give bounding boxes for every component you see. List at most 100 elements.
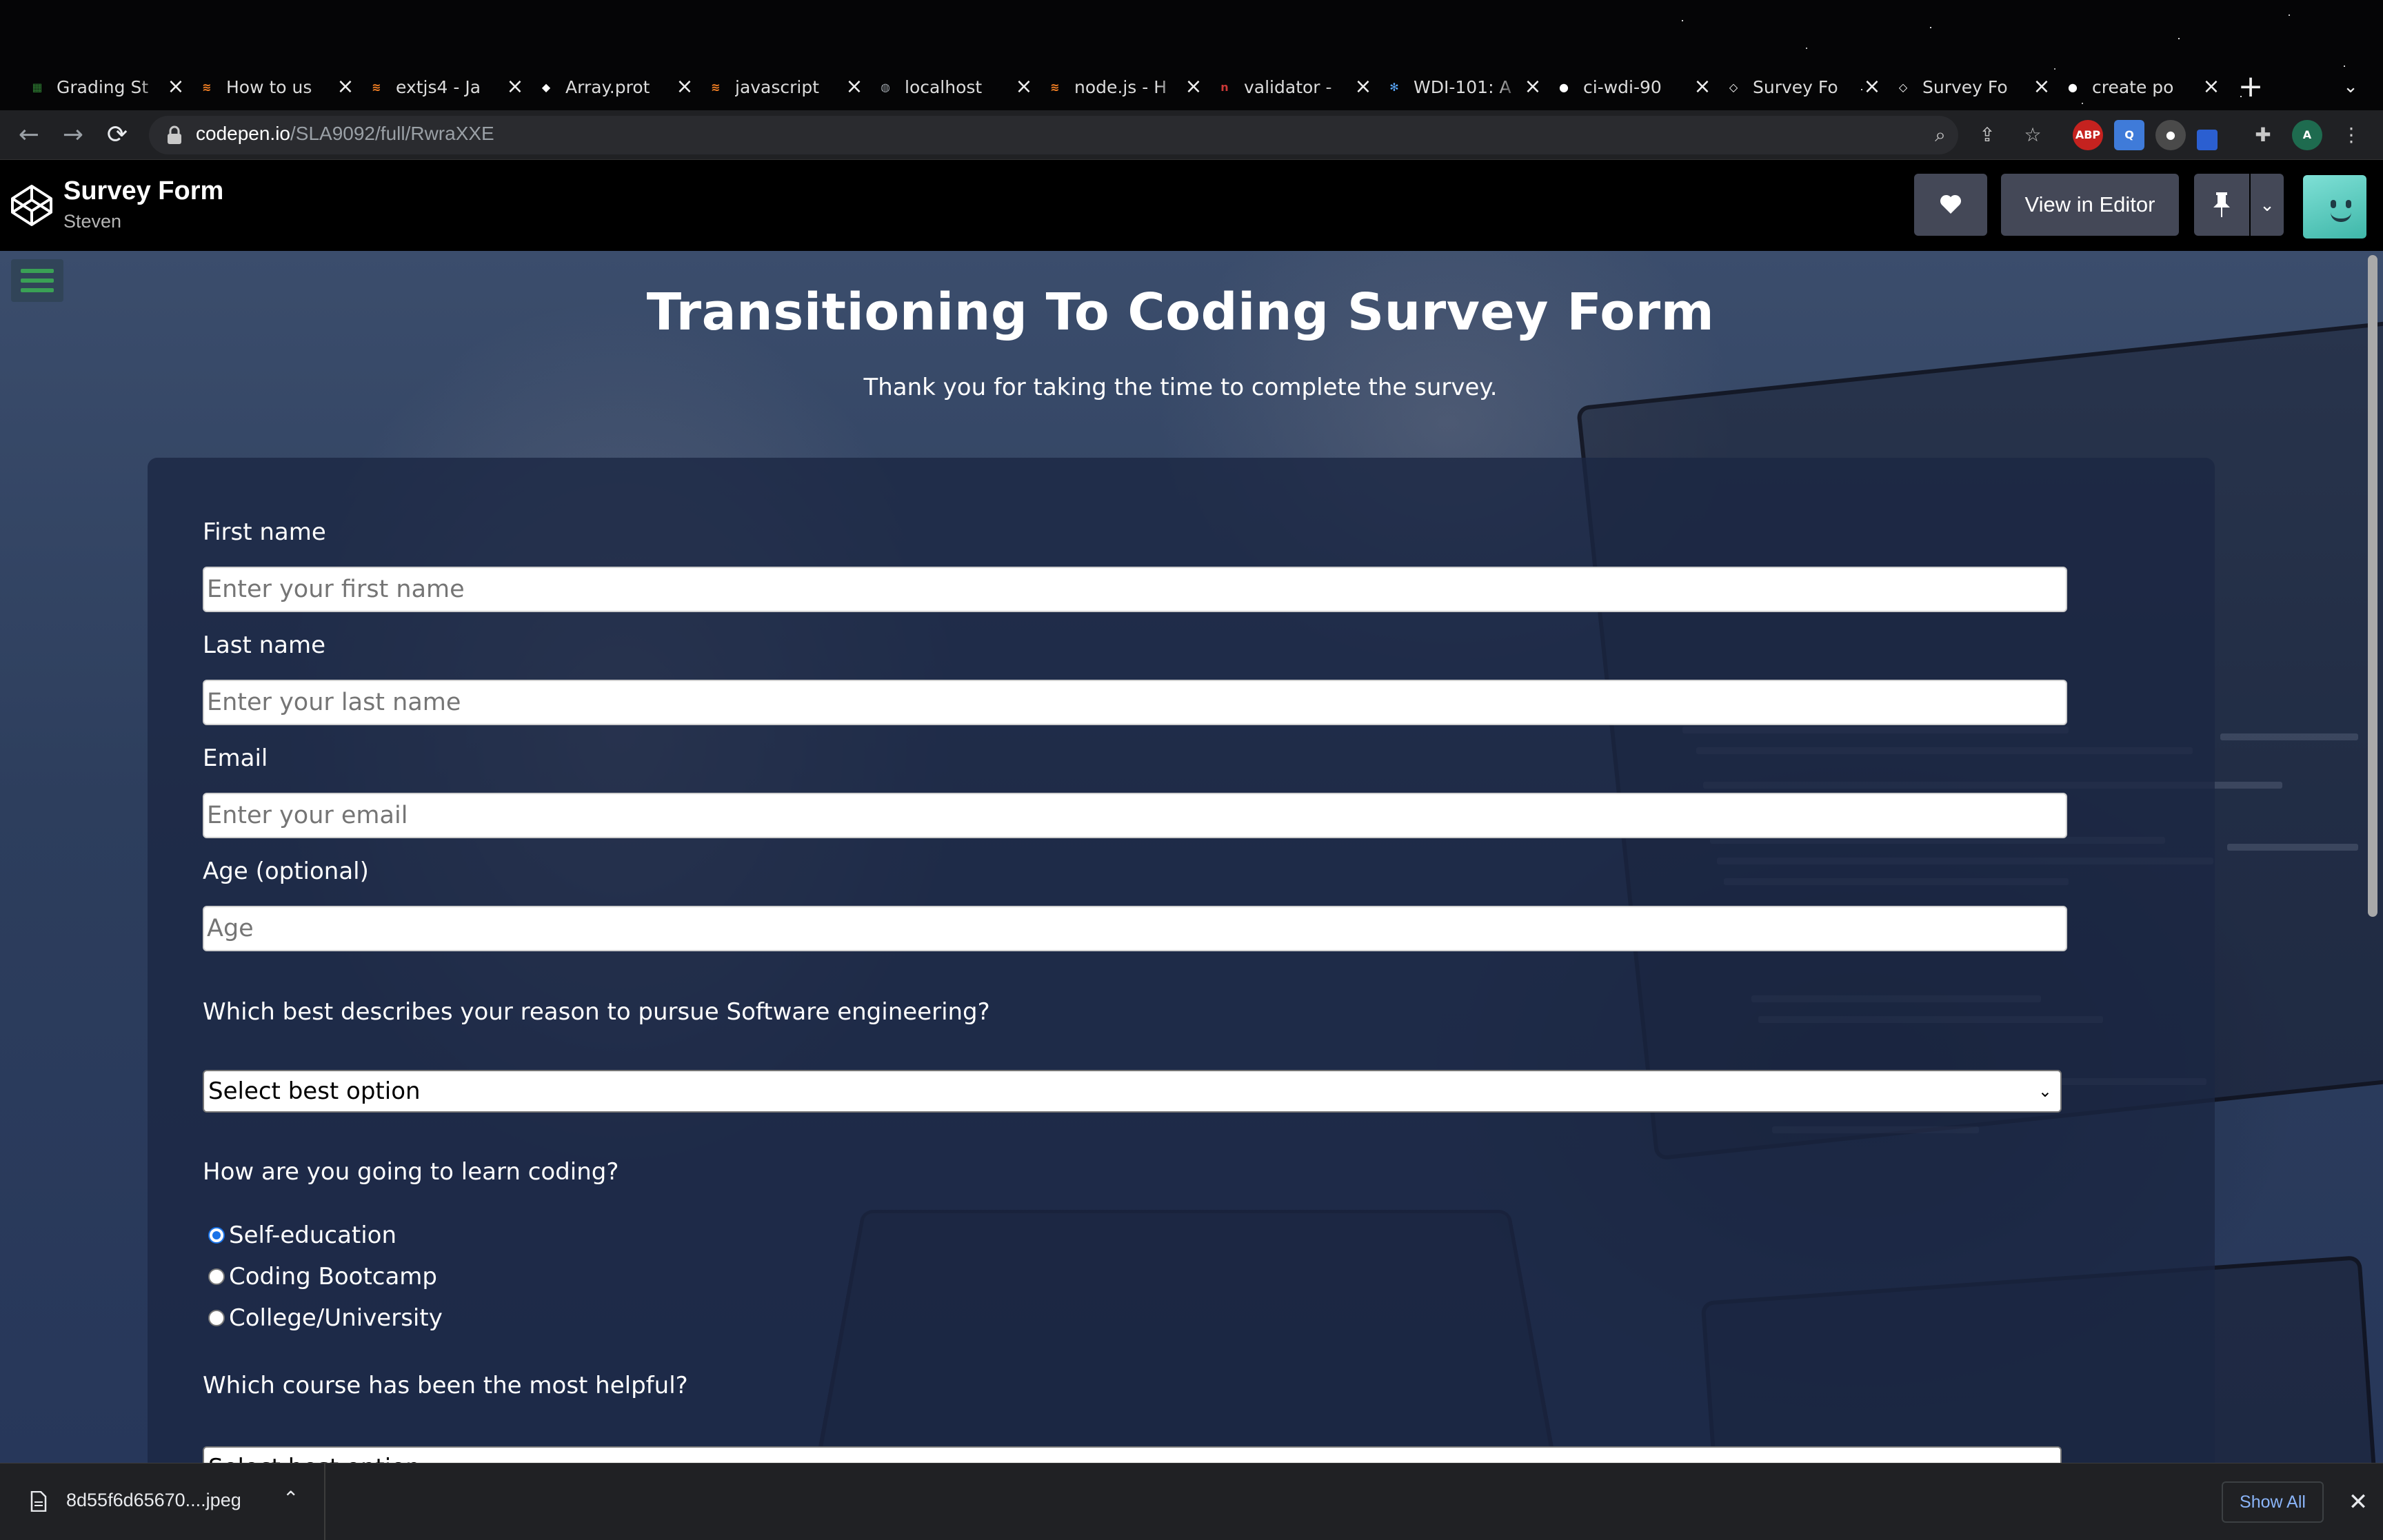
email-label: Email <box>203 744 268 772</box>
tab-title: WDI-101: A <box>1414 77 1511 97</box>
reload-button[interactable]: ⟳ <box>99 117 135 153</box>
age-input[interactable]: Age <box>203 906 2067 951</box>
pen-author[interactable]: Steven <box>63 211 121 232</box>
pen-title: Survey Form <box>63 176 224 205</box>
zoom-icon[interactable]: ⌕ <box>1927 121 1954 149</box>
close-icon[interactable]: × <box>1862 77 1882 97</box>
download-item[interactable]: 8d55f6d65670....jpeg ⌃ <box>0 1463 325 1540</box>
user-avatar[interactable] <box>2303 175 2366 239</box>
chevron-up-icon[interactable]: ⌃ <box>283 1487 299 1510</box>
close-icon[interactable]: × <box>165 77 186 97</box>
lock-icon <box>168 125 181 144</box>
close-icon[interactable]: × <box>674 77 695 97</box>
close-icon[interactable]: × <box>1183 77 1204 97</box>
mdn-icon: ◆ <box>541 80 551 94</box>
survey-description: Thank you for taking the time to complet… <box>863 374 1498 401</box>
radio-self-education[interactable]: Self-education <box>208 1222 396 1249</box>
browser-tab[interactable]: ● ci-wdi-90 × <box>1547 68 1717 106</box>
close-icon[interactable]: × <box>2031 77 2052 97</box>
npm-icon: n <box>1220 80 1229 94</box>
search-extension-icon[interactable]: Q <box>2114 120 2144 150</box>
radio-label: Self-education <box>229 1222 397 1249</box>
browser-tab[interactable]: ✻ WDI-101: A × <box>1378 68 1547 106</box>
browser-tab[interactable]: ◇ Survey Fo × <box>1887 68 2056 106</box>
tab-title: How to us <box>226 77 312 97</box>
close-icon[interactable]: × <box>1522 77 1543 97</box>
extension-icon[interactable]: ● <box>2155 120 2186 150</box>
download-bar: 8d55f6d65670....jpeg ⌃ Show All ✕ <box>0 1463 2383 1540</box>
codepen-logo-icon[interactable] <box>10 183 54 227</box>
radio-button[interactable] <box>208 1227 225 1244</box>
url-path: /SLA9092/full/RwraXXE <box>290 123 494 144</box>
browser-tab[interactable]: ≋ node.js - H × <box>1038 68 1208 106</box>
last-name-label: Last name <box>203 631 326 659</box>
close-icon[interactable]: ✕ <box>2343 1481 2373 1523</box>
stackoverflow-icon: ≋ <box>1050 80 1060 94</box>
radio-button[interactable] <box>208 1310 225 1326</box>
browser-window: ▦ Grading St × ≋ How to us × ≋ extjs4 - Ja × ◆ Arr… <box>0 0 2383 1540</box>
github-icon: ● <box>1559 80 1569 94</box>
codepen-icon: ◇ <box>1898 80 1908 94</box>
tab-title: Grading St <box>57 77 149 97</box>
address-bar[interactable]: codepen.io/SLA9092/full/RwraXXE ⌕ <box>149 116 1958 154</box>
close-icon[interactable]: × <box>505 77 525 97</box>
email-input[interactable]: Enter your email <box>203 793 2067 838</box>
first-name-input[interactable]: Enter your first name <box>203 567 2067 612</box>
pin-button[interactable] <box>2194 174 2249 236</box>
tab-strip: ▦ Grading St × ≋ How to us × ≋ extjs4 - Ja × ◆ Arr… <box>0 0 2383 110</box>
close-icon[interactable]: × <box>2201 77 2222 97</box>
profile-avatar[interactable]: A <box>2292 120 2322 150</box>
last-name-input[interactable]: Enter your last name <box>203 680 2067 725</box>
browser-tab[interactable]: ◍ localhost × <box>869 68 1038 106</box>
adblock-extension-icon[interactable]: ABP <box>2073 120 2103 150</box>
radio-college-university[interactable]: College/University <box>208 1304 443 1332</box>
heart-icon <box>1940 194 1962 214</box>
love-button[interactable] <box>1914 174 1987 236</box>
tab-title: extjs4 - Ja <box>396 77 481 97</box>
new-tab-button[interactable]: + <box>2231 68 2270 106</box>
browser-tab[interactable]: ◇ Survey Fo × <box>1717 68 1887 106</box>
tab-search-button[interactable]: ⌄ <box>2333 68 2368 106</box>
globe-icon: ◍ <box>881 80 890 94</box>
reason-question: Which best describes your reason to purs… <box>203 998 990 1026</box>
avatar-eye-left <box>2331 200 2336 208</box>
tab-title: localhost <box>905 77 983 97</box>
avatar-eye-right <box>2346 200 2351 208</box>
browser-tab[interactable]: n validator - × <box>1208 68 1378 106</box>
extension-badge-icon[interactable] <box>2197 130 2218 150</box>
close-icon[interactable]: × <box>844 77 865 97</box>
browser-tab[interactable]: ◆ Array.prot × <box>530 68 699 106</box>
view-in-editor-button[interactable]: View in Editor <box>2001 174 2179 236</box>
forward-button[interactable]: → <box>55 117 91 153</box>
radio-coding-bootcamp[interactable]: Coding Bootcamp <box>208 1263 437 1290</box>
scrollbar-thumb[interactable] <box>2368 255 2377 917</box>
reason-select[interactable]: Select best option ⌄ <box>203 1070 2062 1113</box>
chevron-down-icon: ⌄ <box>2260 194 2275 215</box>
radio-button[interactable] <box>208 1268 225 1285</box>
stackoverflow-icon: ≋ <box>202 80 212 94</box>
pin-icon <box>2213 192 2230 217</box>
survey-title: Transitioning To Coding Survey Form <box>646 283 1715 342</box>
close-icon[interactable]: × <box>1692 77 1713 97</box>
bookmark-star-icon[interactable]: ☆ <box>2019 121 2047 149</box>
share-icon[interactable]: ⇪ <box>1973 121 2001 149</box>
browser-tab[interactable]: ▦ Grading St × <box>21 68 190 106</box>
close-icon[interactable]: × <box>1353 77 1374 97</box>
page-scrollbar[interactable] <box>2364 251 2383 1463</box>
browser-tab[interactable]: ≋ javascript × <box>699 68 869 106</box>
download-file-name: 8d55f6d65670....jpeg <box>66 1490 241 1510</box>
browser-tab[interactable]: ≋ extjs4 - Ja × <box>360 68 530 106</box>
show-all-button[interactable]: Show All <box>2222 1481 2324 1523</box>
browser-menu-icon[interactable]: ⋮ <box>2337 121 2365 149</box>
close-icon[interactable]: × <box>1014 77 1034 97</box>
first-name-label: First name <box>203 518 326 546</box>
browser-tab[interactable]: ● create po × <box>2056 68 2226 106</box>
browser-tab[interactable]: ≋ How to us × <box>190 68 360 106</box>
pin-dropdown-button[interactable]: ⌄ <box>2251 174 2284 236</box>
course-select[interactable]: Select best option ⌄ <box>203 1446 2062 1463</box>
extensions-puzzle-icon[interactable]: ✚ <box>2249 121 2277 149</box>
close-icon[interactable]: × <box>335 77 356 97</box>
avatar-smile <box>2331 212 2351 222</box>
chevron-down-icon: ⌄ <box>2038 1082 2052 1101</box>
back-button[interactable]: ← <box>11 117 47 153</box>
